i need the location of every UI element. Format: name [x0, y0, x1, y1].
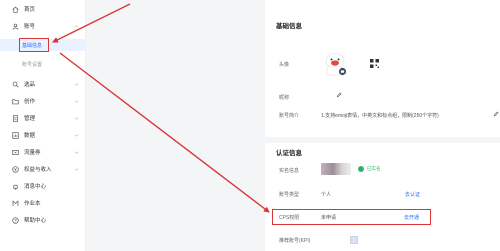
annotation-highlight-box — [19, 38, 49, 52]
kpi-label: 推荐账号(KPI) — [279, 238, 311, 244]
edit-pen-icon[interactable] — [336, 92, 342, 98]
real-name-label: 实名信息 — [279, 168, 300, 174]
basic-info-title: 基础信息 — [276, 23, 302, 30]
sidebar-item-label: 账号设置 — [22, 61, 43, 68]
chevron-down-icon — [74, 134, 79, 137]
sidebar-item-manage[interactable]: 管理 — [0, 112, 86, 124]
sidebar-item-messages[interactable]: 消息中心 — [0, 180, 86, 192]
sidebar-item-account[interactable]: 账号 — [0, 20, 86, 32]
sidebar-item-label: 流量券 — [24, 150, 41, 156]
real-name-status: 已实名 — [367, 166, 381, 171]
chevron-down-icon — [74, 100, 79, 103]
nickname-label: 昵称 — [279, 95, 290, 101]
chevron-down-icon — [74, 151, 79, 154]
sidebar-item-selection[interactable]: 选品 — [0, 78, 86, 90]
bio-value: 1.支持emoji表情，中英文和标点组，限制(250个字符) — [321, 113, 439, 119]
bell-icon — [12, 183, 19, 190]
sidebar-item-traffic-coupon[interactable]: 流量券 — [0, 146, 86, 158]
avatar[interactable] — [321, 52, 349, 78]
home-icon — [12, 6, 19, 13]
go-verify-link[interactable]: 去认证 — [405, 191, 420, 198]
sidebar-item-label: 帮助中心 — [24, 218, 47, 224]
user-icon — [12, 23, 19, 30]
file-icon — [12, 114, 19, 122]
sidebar-item-label: 数据 — [24, 133, 36, 139]
help-icon — [12, 216, 19, 224]
chevron-up-icon — [74, 24, 79, 27]
ticket-icon — [12, 149, 19, 156]
qr-code-icon[interactable] — [370, 59, 379, 68]
sidebar-item-label: 管理 — [24, 116, 36, 122]
sidebar-item-home[interactable]: 首页 — [0, 3, 86, 15]
chevron-down-icon — [74, 83, 79, 86]
sidebar-item-label: 账号 — [24, 24, 36, 30]
real-name-blurred-image — [321, 163, 351, 175]
section-divider — [265, 137, 500, 143]
verified-dot-icon — [358, 166, 364, 172]
folder-icon — [12, 98, 19, 105]
bio-label: 账号简介 — [279, 113, 300, 119]
auth-info-title: 认证信息 — [276, 150, 302, 157]
money-icon — [12, 165, 19, 173]
sidebar-item-label: 首页 — [24, 7, 36, 13]
annotation-highlight-box — [272, 209, 431, 225]
chart-icon — [12, 131, 19, 139]
sidebar-item-rights-income[interactable]: 权益与收入 — [0, 163, 86, 175]
account-type-label: 账号类型 — [279, 192, 300, 198]
slider-handle[interactable] — [350, 236, 358, 244]
chevron-down-icon — [74, 168, 79, 171]
sidebar-item-label: 作业本 — [24, 201, 41, 207]
mail-icon — [12, 199, 19, 207]
avatar-label: 头像 — [279, 62, 290, 68]
sidebar-item-data[interactable]: 数据 — [0, 129, 86, 141]
sidebar: 首页 账号 基础信息 账号设置 选品 创作 管理 数据 流量券 权益与收入 消息… — [0, 0, 86, 251]
sidebar-item-label: 消息中心 — [24, 184, 47, 190]
search-icon — [12, 81, 19, 88]
sidebar-item-label: 创作 — [24, 99, 36, 105]
sidebar-item-homework[interactable]: 作业本 — [0, 197, 86, 209]
sidebar-item-label: 选品 — [24, 82, 36, 88]
sidebar-item-help[interactable]: 帮助中心 — [0, 214, 86, 226]
sidebar-item-label: 权益与收入 — [24, 167, 52, 173]
edit-pen-icon[interactable] — [493, 111, 499, 117]
sidebar-item-create[interactable]: 创作 — [0, 95, 86, 107]
sidebar-item-account-settings[interactable]: 账号设置 — [0, 58, 86, 70]
chevron-down-icon — [74, 117, 79, 120]
account-type-value: 个人 — [321, 192, 332, 198]
